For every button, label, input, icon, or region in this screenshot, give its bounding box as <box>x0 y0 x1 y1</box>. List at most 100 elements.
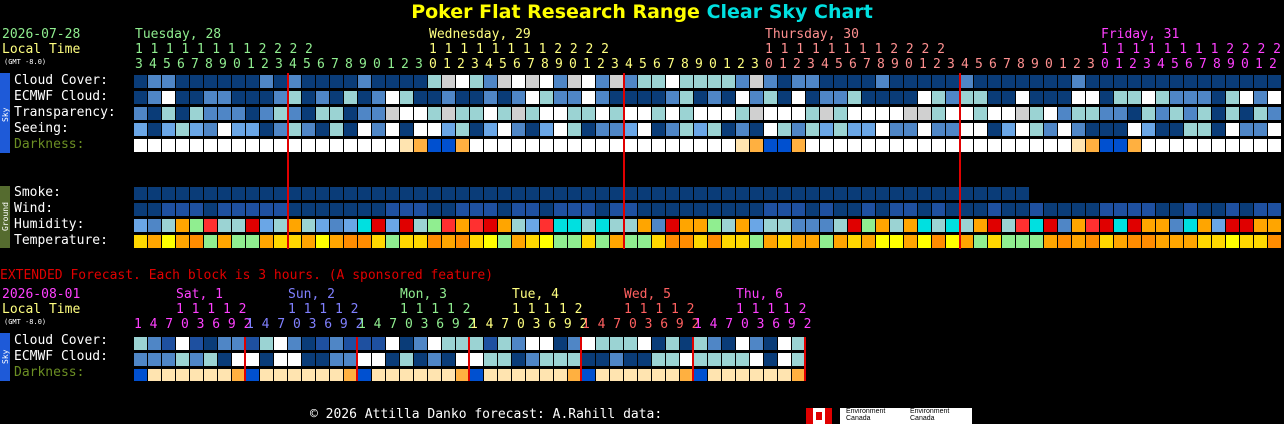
forecast-block[interactable] <box>162 203 175 216</box>
forecast-block[interactable] <box>1002 187 1015 200</box>
forecast-block[interactable] <box>680 91 693 104</box>
forecast-block[interactable] <box>484 91 497 104</box>
forecast-block[interactable] <box>232 107 245 120</box>
forecast-block[interactable] <box>1212 75 1225 88</box>
forecast-block[interactable] <box>344 187 357 200</box>
forecast-block[interactable] <box>918 235 931 248</box>
forecast-block[interactable] <box>666 203 679 216</box>
forecast-block[interactable] <box>778 107 791 120</box>
forecast-block[interactable] <box>400 187 413 200</box>
forecast-block[interactable] <box>176 75 189 88</box>
forecast-block[interactable] <box>134 219 147 232</box>
forecast-block[interactable] <box>386 219 399 232</box>
row-label-seeing[interactable]: Seeing: <box>14 121 69 137</box>
forecast-block[interactable] <box>302 337 315 350</box>
forecast-block[interactable] <box>764 187 777 200</box>
forecast-block[interactable] <box>358 353 371 366</box>
forecast-block[interactable] <box>442 337 455 350</box>
forecast-block[interactable] <box>890 139 903 152</box>
forecast-block[interactable] <box>610 123 623 136</box>
forecast-block[interactable] <box>1142 139 1155 152</box>
forecast-block[interactable] <box>834 187 847 200</box>
forecast-block[interactable] <box>638 107 651 120</box>
forecast-block[interactable] <box>1114 235 1127 248</box>
forecast-block[interactable] <box>190 235 203 248</box>
forecast-block[interactable] <box>708 219 721 232</box>
forecast-block[interactable] <box>848 123 861 136</box>
forecast-block[interactable] <box>1240 91 1253 104</box>
forecast-block[interactable] <box>134 75 147 88</box>
forecast-block[interactable] <box>526 91 539 104</box>
forecast-block[interactable] <box>666 91 679 104</box>
forecast-block[interactable] <box>1100 203 1113 216</box>
forecast-block[interactable] <box>778 203 791 216</box>
forecast-block[interactable] <box>498 337 511 350</box>
forecast-block[interactable] <box>512 203 525 216</box>
forecast-block[interactable] <box>778 75 791 88</box>
forecast-block[interactable] <box>1002 123 1015 136</box>
forecast-block[interactable] <box>246 91 259 104</box>
forecast-block[interactable] <box>638 337 651 350</box>
forecast-block[interactable] <box>596 139 609 152</box>
forecast-block[interactable] <box>260 337 273 350</box>
forecast-block[interactable] <box>1170 219 1183 232</box>
forecast-block[interactable] <box>428 75 441 88</box>
forecast-block[interactable] <box>806 219 819 232</box>
forecast-block[interactable] <box>302 353 315 366</box>
forecast-block[interactable] <box>232 203 245 216</box>
forecast-block[interactable] <box>414 219 427 232</box>
forecast-block[interactable] <box>610 107 623 120</box>
forecast-block[interactable] <box>1198 235 1211 248</box>
forecast-block[interactable] <box>456 91 469 104</box>
forecast-block[interactable] <box>1156 107 1169 120</box>
forecast-block[interactable] <box>568 91 581 104</box>
forecast-block[interactable] <box>414 353 427 366</box>
forecast-block[interactable] <box>708 75 721 88</box>
forecast-block[interactable] <box>582 235 595 248</box>
forecast-block[interactable] <box>512 107 525 120</box>
forecast-block[interactable] <box>652 203 665 216</box>
forecast-block[interactable] <box>904 107 917 120</box>
forecast-block[interactable] <box>764 337 777 350</box>
forecast-block[interactable] <box>988 235 1001 248</box>
forecast-block[interactable] <box>400 75 413 88</box>
forecast-block[interactable] <box>1016 235 1029 248</box>
forecast-block[interactable] <box>1128 75 1141 88</box>
forecast-block[interactable] <box>442 75 455 88</box>
forecast-block[interactable] <box>274 203 287 216</box>
forecast-block[interactable] <box>1044 123 1057 136</box>
forecast-block[interactable] <box>428 235 441 248</box>
forecast-block[interactable] <box>1114 107 1127 120</box>
forecast-block[interactable] <box>918 123 931 136</box>
forecast-block[interactable] <box>876 91 889 104</box>
forecast-block[interactable] <box>400 91 413 104</box>
forecast-block[interactable] <box>498 107 511 120</box>
forecast-block[interactable] <box>680 219 693 232</box>
forecast-block[interactable] <box>372 123 385 136</box>
forecast-block[interactable] <box>260 139 273 152</box>
forecast-block[interactable] <box>260 91 273 104</box>
forecast-block[interactable] <box>372 75 385 88</box>
forecast-block[interactable] <box>596 187 609 200</box>
forecast-block[interactable] <box>946 107 959 120</box>
forecast-block[interactable] <box>484 353 497 366</box>
forecast-block[interactable] <box>190 337 203 350</box>
forecast-block[interactable] <box>1240 75 1253 88</box>
forecast-block[interactable] <box>1170 75 1183 88</box>
forecast-block[interactable] <box>386 353 399 366</box>
forecast-block[interactable] <box>960 123 973 136</box>
forecast-block[interactable] <box>372 219 385 232</box>
forecast-block[interactable] <box>190 187 203 200</box>
forecast-block[interactable] <box>750 353 763 366</box>
forecast-block[interactable] <box>568 139 581 152</box>
forecast-block[interactable] <box>246 187 259 200</box>
forecast-block[interactable] <box>344 107 357 120</box>
forecast-block[interactable] <box>1016 219 1029 232</box>
forecast-block[interactable] <box>652 91 665 104</box>
forecast-block[interactable] <box>134 139 147 152</box>
forecast-block[interactable] <box>1002 203 1015 216</box>
forecast-block[interactable] <box>1100 91 1113 104</box>
forecast-block[interactable] <box>1058 91 1071 104</box>
forecast-block[interactable] <box>540 369 553 381</box>
forecast-block[interactable] <box>246 219 259 232</box>
